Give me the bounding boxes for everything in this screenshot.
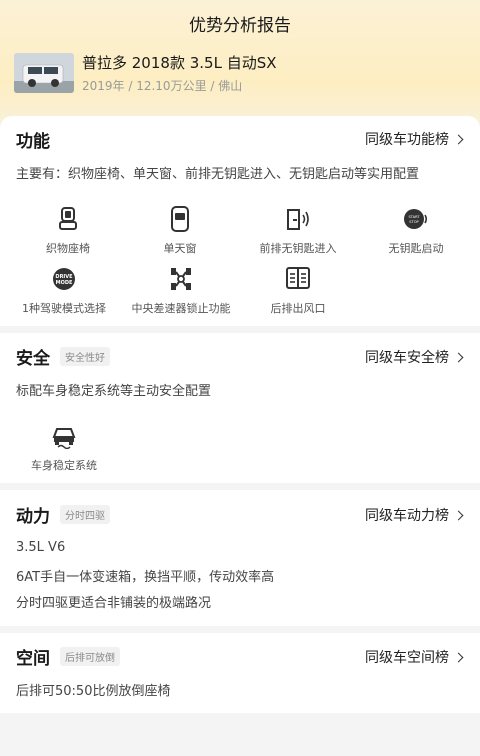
car-name: 普拉多 2018款 3.5L 自动SX bbox=[82, 54, 277, 72]
car-thumbnail[interactable] bbox=[14, 53, 74, 93]
space-tag: 后排可放倒 bbox=[60, 647, 120, 666]
svg-text:START: START bbox=[408, 215, 420, 219]
feature-item: DRIVE MODE 1种驾驶模式选择 bbox=[4, 266, 124, 316]
feature-item: 织物座椅 bbox=[8, 206, 128, 256]
diff-lock-icon bbox=[171, 268, 191, 290]
feature-item: 前排无钥匙进入 bbox=[238, 206, 358, 256]
feature-item: START STOP 无钥匙启动 bbox=[356, 206, 476, 256]
power-card: 动力 分时四驱 同级车动力榜 3.5L V6 6AT手自一体变速箱，换挡平顺，传… bbox=[0, 490, 480, 626]
feature-item: 后排出风口 bbox=[238, 266, 358, 316]
feature-item: 车身稳定系统 bbox=[4, 423, 124, 473]
chevron-right-icon bbox=[453, 352, 464, 362]
chevron-right-icon bbox=[453, 652, 464, 662]
drive-mode-icon: DRIVE MODE bbox=[53, 268, 75, 290]
feature-label: 织物座椅 bbox=[46, 242, 90, 255]
car-meta: 2019年 / 12.10万公里 / 佛山 bbox=[82, 79, 243, 93]
page-title: 优势分析报告 bbox=[189, 16, 291, 36]
feature-item: 单天窗 bbox=[120, 206, 240, 256]
rank-link-label: 同级车动力榜 bbox=[365, 508, 449, 524]
power-rank-link[interactable]: 同级车动力榜 bbox=[365, 505, 464, 525]
space-summary: 后排可50:50比例放倒座椅 bbox=[16, 684, 171, 699]
rank-link-label: 同级车功能榜 bbox=[365, 132, 449, 148]
safety-tag: 安全性好 bbox=[60, 347, 110, 366]
space-card: 空间 后排可放倒 同级车空间榜 后排可50:50比例放倒座椅 bbox=[0, 633, 480, 713]
power-line: 分时四驱更适合非铺装的极端路况 bbox=[16, 596, 212, 611]
rank-link-label: 同级车安全榜 bbox=[365, 350, 449, 366]
feature-item: 中央差速器锁止功能 bbox=[121, 266, 241, 316]
function-rank-link[interactable]: 同级车功能榜 bbox=[365, 129, 464, 149]
keyless-entry-icon bbox=[287, 209, 309, 230]
chevron-right-icon bbox=[453, 510, 464, 520]
section-title: 空间 bbox=[16, 649, 50, 669]
safety-card: 安全 安全性好 同级车安全榜 标配车身稳定系统等主动安全配置 车身稳定系统 bbox=[0, 333, 480, 483]
feature-label: 1种驾驶模式选择 bbox=[22, 302, 106, 315]
feature-label: 后排出风口 bbox=[270, 302, 326, 315]
feature-label: 中央差速器锁止功能 bbox=[131, 302, 231, 315]
power-line: 6AT手自一体变速箱，换挡平顺，传动效率高 bbox=[16, 570, 275, 585]
space-rank-link[interactable]: 同级车空间榜 bbox=[365, 647, 464, 667]
power-line: 3.5L V6 bbox=[16, 540, 66, 555]
function-card: 功能 同级车功能榜 主要有：织物座椅、单天窗、前排无钥匙进入、无钥匙启动等实用配… bbox=[0, 116, 480, 326]
rank-link-label: 同级车空间榜 bbox=[365, 650, 449, 666]
svg-text:MODE: MODE bbox=[56, 280, 73, 286]
section-title: 动力 bbox=[16, 507, 50, 527]
section-title: 功能 bbox=[16, 132, 50, 152]
stability-control-icon bbox=[52, 428, 76, 449]
feature-label: 前排无钥匙进入 bbox=[259, 242, 337, 255]
feature-label: 单天窗 bbox=[163, 242, 197, 255]
section-title: 安全 bbox=[16, 349, 50, 369]
sunroof-icon bbox=[171, 206, 189, 232]
chevron-right-icon bbox=[453, 134, 464, 144]
feature-label: 车身稳定系统 bbox=[31, 459, 97, 472]
safety-summary: 标配车身稳定系统等主动安全配置 bbox=[16, 384, 212, 399]
power-tag: 分时四驱 bbox=[60, 505, 110, 524]
feature-label: 无钥匙启动 bbox=[388, 242, 444, 255]
seat-icon bbox=[59, 207, 77, 230]
safety-rank-link[interactable]: 同级车安全榜 bbox=[365, 347, 464, 367]
svg-text:STOP: STOP bbox=[409, 220, 419, 224]
function-summary: 主要有：织物座椅、单天窗、前排无钥匙进入、无钥匙启动等实用配置 bbox=[16, 167, 420, 182]
start-stop-icon: START STOP bbox=[404, 209, 428, 229]
rear-vent-icon bbox=[286, 267, 310, 289]
